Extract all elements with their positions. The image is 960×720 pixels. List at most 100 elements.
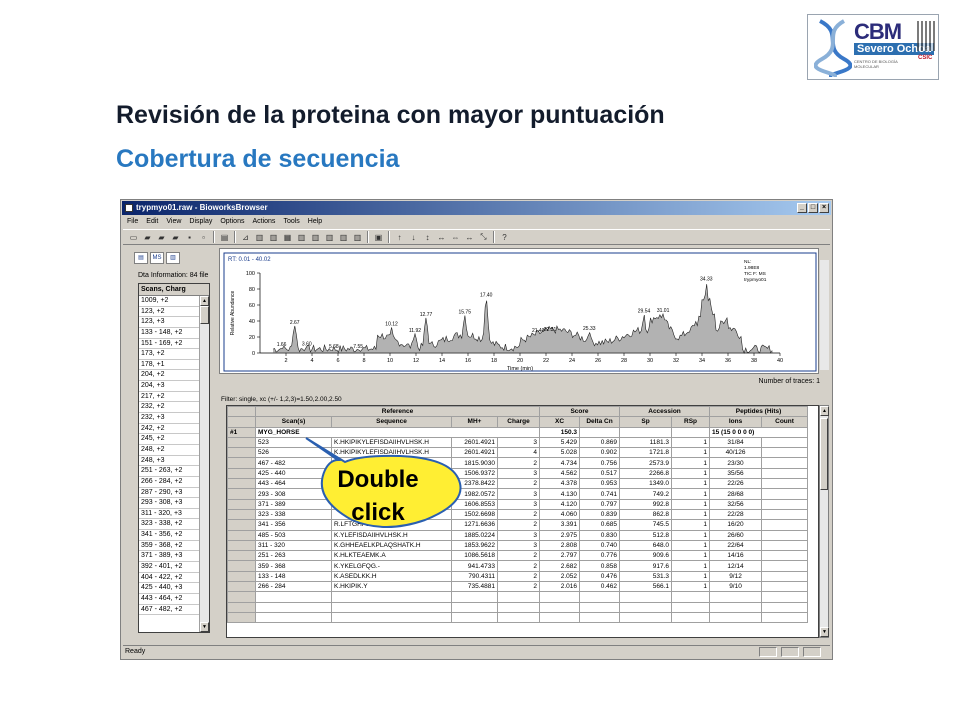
spectrum-icon[interactable]: ▥ xyxy=(337,231,350,243)
table-scrollbar[interactable]: ▲ ▼ xyxy=(819,405,829,638)
scan-list-item[interactable]: 242, +2 xyxy=(139,424,201,435)
scan-list-item[interactable]: 404 - 422, +2 xyxy=(139,573,201,584)
menu-help[interactable]: Help xyxy=(304,216,326,228)
spectrum-icon[interactable]: ▥ xyxy=(267,231,280,243)
scan-list-item[interactable]: 204, +3 xyxy=(139,381,201,392)
cell-sequence[interactable]: K.HKIPIK.Y xyxy=(331,581,452,593)
col-delta-cn[interactable]: Delta Cn xyxy=(578,416,621,428)
scan-list-item[interactable]: 266 - 284, +2 xyxy=(139,477,201,488)
col-count[interactable]: Count xyxy=(761,416,809,428)
scan-list-item[interactable]: 123, +3 xyxy=(139,317,201,328)
scroll-up-icon[interactable]: ▲ xyxy=(820,406,829,416)
arrow-leftright-icon[interactable]: ↔ xyxy=(463,231,476,243)
scan-list-item[interactable]: 217, +2 xyxy=(139,392,201,403)
scan-list-item[interactable]: 293 - 308, +3 xyxy=(139,498,201,509)
results-table[interactable]: Reference Score Accession Peptides (Hits… xyxy=(226,405,819,638)
scan-list-item[interactable]: 232, +2 xyxy=(139,402,201,414)
col-mh[interactable]: MH+ xyxy=(451,416,498,428)
col-sp[interactable]: Sp xyxy=(619,416,673,428)
window-icon[interactable]: ▣ xyxy=(372,231,385,243)
scan-list-item[interactable]: 232, +3 xyxy=(139,413,201,424)
scan-list-item[interactable]: 1009, +2 xyxy=(139,296,201,307)
col-ions[interactable]: Ions xyxy=(709,416,763,428)
table-row[interactable]: 523 K.HKIPIKYLEFISDAIIHVLHSK.H 2601.4921 3 5… xyxy=(227,436,809,449)
scan-list-item[interactable]: 443 - 464, +2 xyxy=(139,594,201,605)
menu-options[interactable]: Options xyxy=(216,216,248,228)
window-titlebar[interactable]: trypmyo01.raw - BioworksBrowser _ □ × xyxy=(122,201,831,215)
table-row[interactable]: 133 - 148 K.ASEDLKK.H 790.4311 2 2.052 0.476 5… xyxy=(227,570,809,583)
print-icon[interactable]: ▤ xyxy=(218,231,231,243)
scan-list-item[interactable]: 341 - 356, +2 xyxy=(139,530,201,541)
cell-sequence[interactable]: K.YKELGFQG.- xyxy=(331,560,452,572)
file-view-tab[interactable]: ▤ xyxy=(134,252,148,264)
scroll-thumb[interactable] xyxy=(200,306,209,324)
table-row[interactable]: 266 - 284 K.HKIPIK.Y 735.4881 2 2.016 0.462 56… xyxy=(227,581,809,593)
new-file-icon[interactable]: ▭ xyxy=(127,231,140,243)
cell-sequence[interactable]: K.HLKTEAEMK.A xyxy=(331,550,452,562)
spectrum-icon[interactable]: ▥ xyxy=(323,231,336,243)
scan-list-item[interactable]: 178, +1 xyxy=(139,360,201,371)
scan-list-item[interactable]: 467 - 482, +2 xyxy=(139,605,201,616)
cell-sequence[interactable]: K.YLEFISDAIIHVLHSK.H xyxy=(331,529,452,541)
scan-list-item[interactable]: 359 - 368, +2 xyxy=(139,541,201,552)
scan-list[interactable]: Scans, Charg 1009, +2 123, +2 123, +3 133 -… xyxy=(138,283,210,633)
chart-view-tab[interactable]: ▥ xyxy=(166,252,180,264)
table-row[interactable]: 425 - 440 1506.9372 3 4.562 0.517 2266.8 1 35/5… xyxy=(227,467,809,480)
scan-list-item[interactable]: 287 - 290, +3 xyxy=(139,488,201,499)
table-row[interactable]: 443 - 464 2378.8422 2 4.378 0.953 1349.0 1 22/2… xyxy=(227,478,809,490)
scan-list-item[interactable]: 123, +2 xyxy=(139,307,201,318)
table-row[interactable]: 311 - 320 K.GHHEAELKPLAQSHATK.H 1853.9622 3… xyxy=(227,539,809,552)
scroll-thumb[interactable] xyxy=(820,418,828,490)
menu-actions[interactable]: Actions xyxy=(248,216,279,228)
scan-list-item[interactable]: 248, +2 xyxy=(139,445,201,456)
table-row[interactable]: 485 - 503 K.YLEFISDAIIHVLHSK.H 1885.0224 3 2… xyxy=(227,529,809,541)
col-scans[interactable]: Scan(s) xyxy=(255,416,332,428)
scan-list-item[interactable]: 251 - 263, +2 xyxy=(139,466,201,477)
table-row[interactable]: 323 - 338 1502.6698 2 4.060 0.839 862.8 1 22/28 xyxy=(227,508,809,521)
chromatogram-scrollbar[interactable] xyxy=(820,260,829,370)
cell-sequence[interactable]: K.HKIPIKYLEFISDAIIHVLHSK.H xyxy=(331,436,452,449)
open-folder-icon[interactable]: ▰ xyxy=(141,231,154,243)
spectrum-icon[interactable]: ▥ xyxy=(351,231,364,243)
arrow-updown-icon[interactable]: ↕ xyxy=(421,231,434,243)
chromatogram-panel[interactable]: RT: 0.01 - 40.02 100 80 60 40 20 0 2 4 6 8 10 12 14 16… xyxy=(219,248,819,374)
menu-edit[interactable]: Edit xyxy=(142,216,162,228)
table-row[interactable]: 467 - 482 1815.9030 2 4.734 0.756 2573.9 1 23/3… xyxy=(227,457,809,469)
save-icon[interactable]: ▪ xyxy=(183,231,196,243)
chromatogram-plot[interactable]: RT: 0.01 - 40.021008060402002 4 6 8 10 12 14 16… xyxy=(220,249,820,375)
copy-icon[interactable]: ▫ xyxy=(197,231,210,243)
menu-file[interactable]: File xyxy=(123,216,142,228)
protein-hit-row[interactable]: #1 MYG_HORSE 150.3 15 (15 0 0 0 0) xyxy=(227,426,809,438)
scan-list-item[interactable]: 151 - 169, +2 xyxy=(139,339,201,350)
scan-list-item[interactable]: 204, +2 xyxy=(139,370,201,382)
scan-list-item[interactable]: 173, +2 xyxy=(139,349,201,360)
scan-list-item[interactable]: 425 - 440, +3 xyxy=(139,583,201,594)
scan-list-item[interactable]: 323 - 338, +2 xyxy=(139,519,201,531)
table-row[interactable]: 251 - 263 K.HLKTEAEMK.A 1086.5618 2 2.797 0.7… xyxy=(227,550,809,562)
scroll-down-icon[interactable]: ▼ xyxy=(200,622,209,632)
col-rsp[interactable]: RSp xyxy=(671,416,711,428)
open-folder-icon[interactable]: ▰ xyxy=(169,231,182,243)
spectrum-icon[interactable]: ▥ xyxy=(309,231,322,243)
col-sequence[interactable]: Sequence xyxy=(331,416,452,428)
col-xc[interactable]: XC xyxy=(539,416,580,428)
col-charge[interactable]: Charge xyxy=(497,416,540,428)
open-folder-icon[interactable]: ▰ xyxy=(155,231,168,243)
scroll-up-icon[interactable]: ▲ xyxy=(200,296,209,306)
arrow-up-icon[interactable]: ↑ xyxy=(393,231,406,243)
table-row[interactable]: 293 - 308 1982.0572 3 4.130 0.741 749.2 1 28/68 xyxy=(227,488,809,500)
table-row[interactable]: 341 - 356 R.LFTGHPETLEK.F 1271.6636 2 3.391 0… xyxy=(227,519,809,531)
scan-list-item[interactable]: 371 - 389, +3 xyxy=(139,551,201,563)
cell-sequence[interactable]: K.GHHEAELKPLAQSHATK.H xyxy=(331,539,452,552)
scan-list-item[interactable]: 392 - 401, +2 xyxy=(139,562,201,573)
spectrum-icon[interactable]: ▥ xyxy=(253,231,266,243)
menu-tools[interactable]: Tools xyxy=(279,216,303,228)
maximize-button[interactable]: □ xyxy=(808,203,818,213)
protein-name[interactable]: MYG_HORSE xyxy=(255,426,540,438)
table-row[interactable]: 526 K.HKIPIKYLEFISDAIIHVLHSK.H 2601.4921 4 5… xyxy=(227,447,809,459)
cell-sequence[interactable]: K.ASEDLKK.H xyxy=(331,570,452,583)
arrow-leftright-icon[interactable]: ⇔ xyxy=(449,231,462,243)
table-row[interactable]: 371 - 389 1606.8553 3 4.120 0.797 992.8 1 32/56 xyxy=(227,498,809,510)
cell-sequence[interactable]: K.HKIPIKYLEFISDAIIHVLHSK.H xyxy=(331,447,452,459)
table-row[interactable]: 359 - 368 K.YKELGFQG.- 941.4733 2 2.682 0.858… xyxy=(227,560,809,572)
